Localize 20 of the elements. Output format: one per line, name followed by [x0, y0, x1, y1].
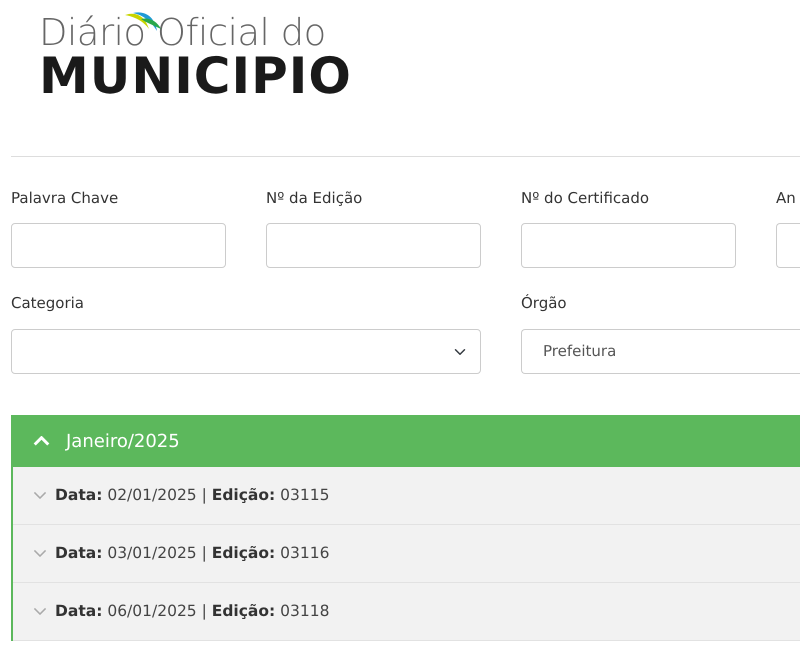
field-label: Palavra Chave	[11, 188, 120, 208]
text-field[interactable]	[776, 223, 800, 268]
dropdown[interactable]: Prefeitura	[521, 329, 800, 374]
field-label: An	[776, 188, 797, 208]
chevron-down-icon	[33, 549, 47, 558]
field-label: Nº do Certificado	[521, 188, 650, 208]
dropdown[interactable]	[11, 329, 481, 374]
text-field[interactable]	[266, 223, 481, 268]
field-label: Categoria	[11, 293, 86, 313]
edition-row[interactable]: Data: 03/01/2025 | Edição: 03116	[13, 525, 800, 583]
edition-row[interactable]: Data: 06/01/2025 | Edição: 03118	[13, 583, 800, 641]
edition-row[interactable]: Data: 02/01/2025 | Edição: 03115	[13, 467, 800, 525]
chevron-down-icon	[33, 491, 47, 500]
chevron-up-icon	[33, 436, 50, 446]
field-label: Órgão	[521, 293, 568, 313]
chevron-down-icon	[33, 607, 47, 616]
logo[interactable]: Diário Oficial do MUNICIPIO	[39, 14, 352, 101]
text-field[interactable]	[521, 223, 736, 268]
text-field[interactable]	[11, 223, 226, 268]
field-label: Nº da Edição	[266, 188, 364, 208]
